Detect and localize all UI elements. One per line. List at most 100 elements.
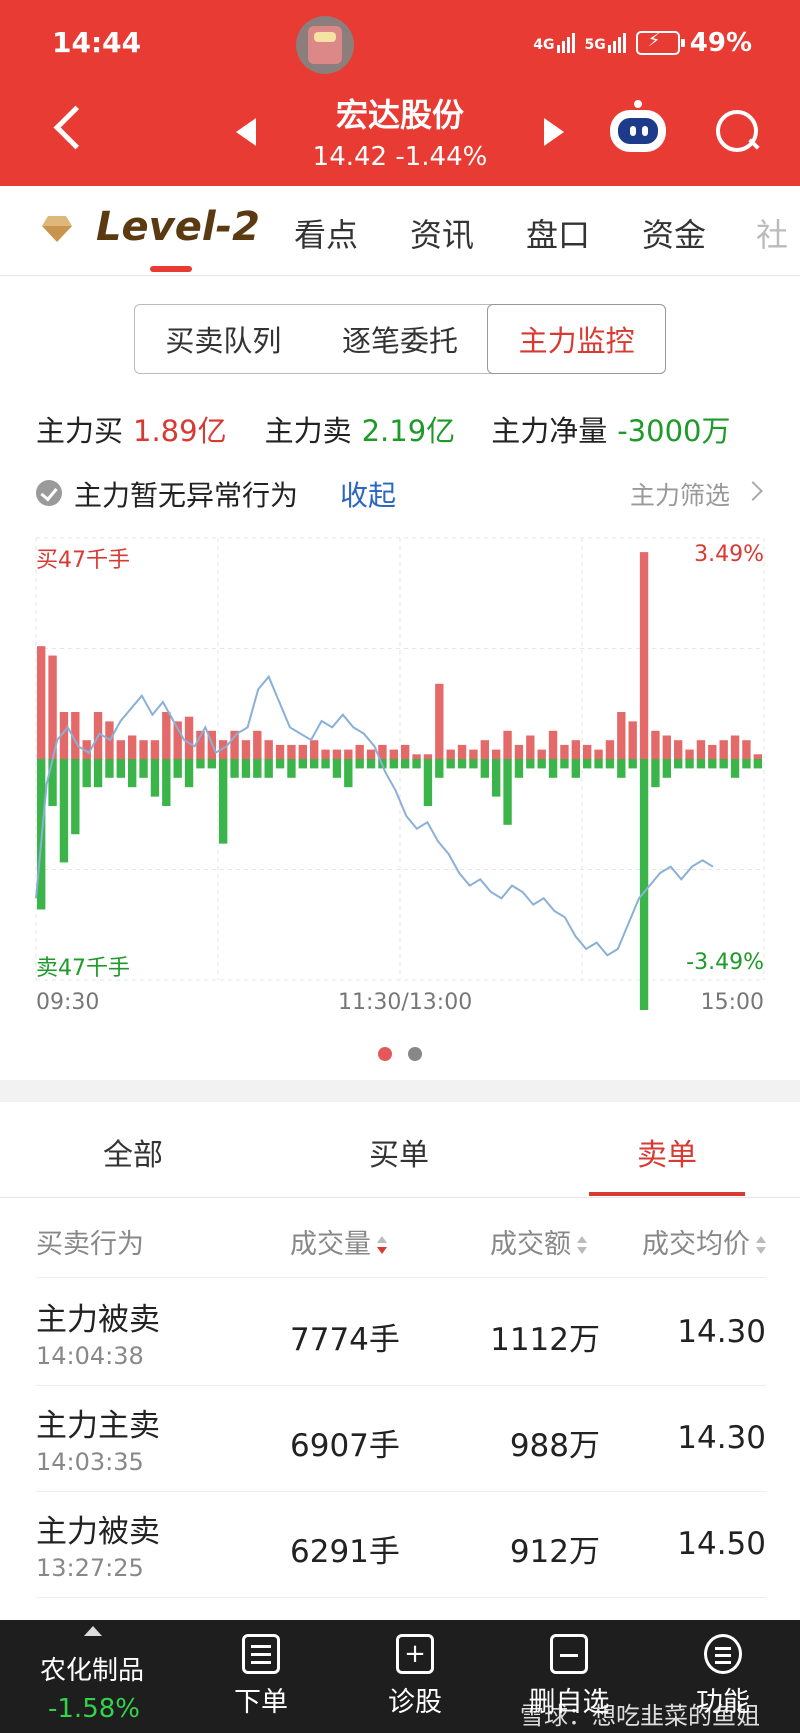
table-header: 买卖行为 成交量 成交额 成交均价: [36, 1218, 766, 1278]
pager-dot-active[interactable]: [378, 1047, 392, 1061]
col-avg-price[interactable]: 成交均价: [642, 1222, 766, 1261]
sell-bar: [560, 759, 569, 769]
buy-bar: [514, 744, 524, 759]
sell-bar: [287, 759, 296, 778]
buy-bar: [310, 740, 319, 759]
row-amount: 988万: [509, 1428, 600, 1464]
table-row[interactable]: 主力被卖 13:27:25 6291手 912万 14.50: [36, 1492, 766, 1598]
diagnose-button[interactable]: 诊股: [360, 1634, 470, 1719]
stock-price-change: 14.42 -1.44%: [312, 142, 488, 172]
x-end-label: 15:00: [700, 990, 764, 1015]
next-stock-button[interactable]: [544, 118, 564, 146]
tab-news[interactable]: 资讯: [410, 210, 474, 256]
sell-bar: [548, 759, 558, 778]
buy-bar: [264, 740, 273, 759]
buy-bar: [321, 749, 330, 759]
expand-up-icon[interactable]: [84, 1626, 102, 1636]
tab-level2[interactable]: Level-2: [96, 204, 260, 250]
buy-bar: [605, 740, 615, 759]
row-amount: 912万: [509, 1534, 600, 1570]
chart-top-right-label: 3.49%: [694, 542, 764, 567]
row-action: 主力被卖: [36, 1302, 160, 1338]
sell-bar: [537, 759, 546, 769]
col-volume[interactable]: 成交量: [290, 1222, 387, 1261]
sell-bar: [116, 759, 125, 778]
subtab-sell[interactable]: 卖单: [534, 1130, 800, 1174]
buy-bar: [401, 744, 410, 759]
sell-bar: [514, 759, 524, 778]
sell-bar: [446, 759, 455, 769]
tab-pankou[interactable]: 盘口: [526, 210, 590, 256]
buy-bar: [446, 749, 455, 759]
chart-bottom-left-label: 卖47千手: [36, 956, 130, 981]
battery-level: 49%: [689, 28, 752, 58]
buy-bar: [685, 749, 694, 759]
segment-queue[interactable]: 买卖队列: [135, 305, 312, 373]
sell-bar: [48, 759, 57, 807]
buy-bar: [753, 754, 762, 759]
buy-bar: [662, 735, 671, 759]
sector-name[interactable]: 农化制品: [40, 1650, 144, 1687]
buy-bar: [548, 730, 558, 759]
buy-bar: [241, 740, 251, 759]
sell-bar: [253, 759, 262, 778]
table-row[interactable]: 主力主卖 14:03:35 6907手 988万 14.30: [36, 1386, 766, 1492]
tab-community[interactable]: 社: [756, 210, 788, 256]
sell-bar: [708, 759, 717, 769]
buy-bar: [253, 730, 262, 759]
sell-label: 主力卖: [264, 414, 352, 448]
sell-bar: [480, 759, 489, 778]
subtab-buy[interactable]: 买单: [266, 1130, 532, 1174]
sell-bar: [207, 759, 216, 769]
sell-bar: [321, 759, 330, 769]
sell-bar: [526, 759, 535, 769]
sell-bar: [162, 759, 171, 807]
row-avg-price: 14.30: [677, 1314, 766, 1350]
sell-bar: [366, 759, 376, 769]
sell-bar: [230, 759, 239, 778]
buy-bar: [719, 740, 728, 759]
sell-bar: [594, 759, 603, 769]
robot-assistant-icon[interactable]: [610, 100, 666, 154]
sell-bar: [298, 759, 307, 769]
sell-bar: [310, 759, 319, 769]
tab-funds[interactable]: 资金: [642, 210, 706, 256]
sell-bar: [457, 759, 467, 769]
status-text: 主力暂无异常行为: [74, 479, 299, 512]
buy-bar: [412, 754, 421, 759]
sell-bar: [355, 759, 364, 769]
sell-bar: [492, 759, 501, 797]
order-button[interactable]: 下单: [206, 1634, 316, 1719]
signal-4g-icon: 4G: [533, 33, 575, 53]
search-icon[interactable]: [716, 110, 760, 154]
top-header: 14:44 4G 5G ⚡ 49% 宏达股份 14.42 -1.44%: [0, 0, 800, 186]
collapse-link[interactable]: 收起: [340, 474, 396, 514]
pager-dot[interactable]: [408, 1047, 422, 1061]
sort-icon: [756, 1235, 766, 1256]
chart-top-left-label: 买47千手: [36, 548, 130, 573]
sell-bar: [389, 759, 398, 769]
tab-kandian[interactable]: 看点: [294, 210, 358, 256]
buy-bar: [150, 740, 160, 759]
subtab-all[interactable]: 全部: [0, 1130, 266, 1174]
sell-bar: [275, 759, 285, 769]
buy-bar: [332, 749, 342, 759]
filter-link[interactable]: 主力筛选: [630, 476, 730, 512]
row-avg-price: 14.30: [677, 1420, 766, 1456]
row-time: 14:03:35: [36, 1448, 144, 1476]
segment-main-monitor[interactable]: 主力监控: [487, 304, 667, 374]
sell-bar: [150, 759, 160, 797]
col-amount[interactable]: 成交额: [490, 1222, 587, 1261]
table-row[interactable]: 主力被卖 14:04:38 7774手 1112万 14.30: [36, 1280, 766, 1386]
row-time: 13:27:25: [36, 1554, 144, 1582]
buy-bar: [298, 744, 307, 759]
row-volume: 6291手: [290, 1534, 400, 1570]
buy-bar: [742, 740, 751, 759]
buy-bar: [537, 749, 546, 759]
bottom-toolbar: 农化制品 -1.58% 下单 诊股 删自选 功能 雪球：想吃韭菜的鱼姐: [0, 1620, 800, 1733]
sell-bar: [264, 759, 273, 778]
sort-icon: [577, 1235, 587, 1256]
segment-orders[interactable]: 逐笔委托: [312, 305, 489, 373]
sell-bar: [59, 759, 69, 863]
buy-bar: [184, 716, 194, 759]
